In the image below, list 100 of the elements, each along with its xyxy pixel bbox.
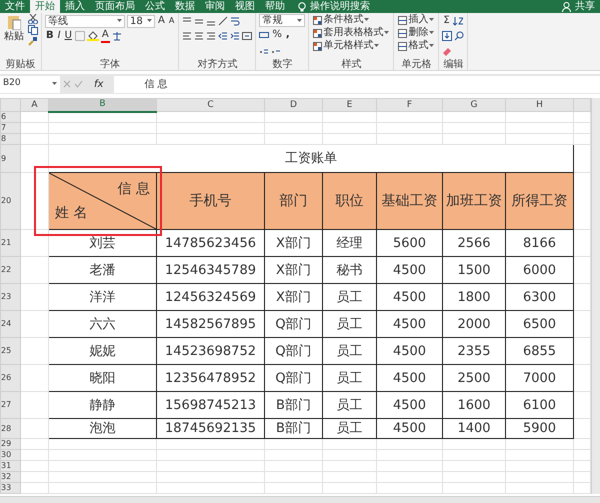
column-letter[interactable]: D (264, 98, 322, 112)
column-letter[interactable]: A (20, 98, 48, 112)
row-number[interactable]: 22 (0, 256, 20, 284)
ribbon-tab[interactable]: 视图 (230, 0, 260, 13)
search-icon[interactable] (454, 31, 464, 41)
row-number[interactable]: 31 (0, 460, 20, 472)
caret-icon[interactable] (147, 19, 152, 23)
column-letter[interactable]: E (322, 98, 376, 112)
ribbon-tab[interactable]: 文件 (0, 0, 30, 13)
currency-icon[interactable] (259, 30, 270, 40)
font-size-field[interactable]: 18 (127, 14, 155, 28)
caret-icon[interactable] (429, 31, 434, 35)
grow-font-button[interactable]: A (157, 15, 166, 27)
row-number[interactable]: 21 (0, 230, 20, 256)
fill-color-icon[interactable] (86, 31, 99, 41)
column-letter[interactable]: G (442, 98, 506, 112)
style-grid-icon[interactable] (313, 16, 322, 24)
phonetic-icon[interactable] (112, 31, 122, 41)
font-style-button[interactable]: I (56, 30, 62, 42)
wrap-text-icon[interactable] (230, 16, 240, 26)
ribbon-tab[interactable]: 页面布局 (90, 0, 140, 13)
row-number[interactable]: 25 (0, 338, 20, 364)
ribbon-tab[interactable]: 审阅 (200, 0, 230, 13)
row-number[interactable]: 33 (0, 482, 20, 494)
row-number[interactable]: 7 (0, 122, 20, 134)
caret-icon[interactable] (374, 44, 380, 48)
orientation-icon[interactable] (218, 16, 228, 26)
row-number[interactable]: 20 (0, 172, 20, 230)
ribbon-tab[interactable]: 数据 (170, 0, 200, 13)
font-name-field[interactable]: 等线 (45, 14, 125, 28)
borders-icon[interactable] (74, 31, 85, 41)
lightbulb-icon[interactable] (298, 2, 306, 12)
styles-button[interactable]: 条件格式 (312, 14, 390, 26)
column-letter[interactable]: C (156, 98, 264, 112)
align-left-icon[interactable] (182, 31, 192, 41)
person-icon[interactable] (562, 2, 571, 12)
font-color-button[interactable]: A (100, 29, 110, 43)
eraser-icon[interactable] (442, 46, 452, 56)
fill-down-icon[interactable] (442, 31, 452, 41)
row-number[interactable]: 8 (0, 134, 20, 144)
scissors-icon[interactable] (28, 14, 38, 24)
style-grid-icon[interactable] (313, 42, 322, 50)
paste-button[interactable]: 粘贴 (3, 14, 25, 59)
name-box[interactable]: B20 (0, 76, 60, 92)
comma-button[interactable]: , (284, 29, 291, 41)
caret-icon[interactable] (384, 31, 390, 35)
cells-icon[interactable] (398, 16, 408, 24)
autosum-button[interactable]: Σ (442, 15, 451, 27)
caret-icon[interactable] (429, 18, 434, 22)
indent-increase-icon[interactable] (230, 31, 240, 41)
cells-button[interactable]: 插入 (397, 14, 436, 26)
caret-icon[interactable] (297, 18, 302, 22)
copy-icon[interactable] (28, 25, 38, 35)
ribbon-tab[interactable]: 公式 (140, 0, 170, 13)
formula-field[interactable]: 信 息 (114, 76, 600, 92)
sort-icon[interactable] (452, 16, 463, 26)
shrink-font-button[interactable]: A (168, 15, 176, 27)
check-icon[interactable] (74, 80, 83, 88)
row-number[interactable]: 32 (0, 472, 20, 482)
row-number[interactable]: 6 (0, 112, 20, 122)
function-button[interactable]: fx (94, 76, 104, 92)
cells-icon[interactable] (398, 42, 408, 50)
caret-icon[interactable] (117, 19, 122, 23)
merge-icon[interactable] (242, 31, 252, 41)
row-number[interactable]: 24 (0, 310, 20, 338)
number-format-field[interactable]: 常规 (259, 14, 306, 27)
caret-icon[interactable] (52, 82, 57, 86)
cells-button[interactable]: 格式 (397, 40, 436, 52)
search-hint[interactable]: 操作说明搜索 (310, 0, 370, 14)
ribbon-tab[interactable]: 插入 (60, 0, 90, 13)
row-number[interactable]: 28 (0, 418, 20, 438)
clipboard-icon[interactable] (7, 14, 21, 30)
cells-button[interactable]: 删除 (397, 27, 436, 39)
table-cell: 12546345789 (156, 256, 264, 284)
indent-decrease-icon[interactable] (218, 31, 228, 41)
font-style-button[interactable]: B (45, 30, 55, 42)
brush-icon[interactable] (28, 36, 38, 46)
column-letter[interactable]: B (48, 98, 156, 112)
style-grid-icon[interactable] (313, 28, 322, 38)
row-number[interactable]: 29 (0, 438, 20, 450)
percent-button[interactable]: % (271, 29, 283, 41)
cells-icon[interactable] (398, 28, 408, 38)
styles-button[interactable]: 单元格样式 (312, 40, 390, 52)
row-number[interactable]: 26 (0, 364, 20, 392)
ribbon-tab[interactable]: 开始 (30, 0, 60, 13)
scrollbar[interactable] (591, 98, 600, 494)
row-number[interactable]: 27 (0, 392, 20, 418)
column-letter[interactable]: F (376, 98, 442, 112)
font-style-button[interactable]: U (64, 30, 73, 42)
align-right-icon[interactable] (206, 31, 216, 41)
share-button[interactable]: 共享 (557, 0, 600, 13)
ribbon-tab[interactable]: 帮助 (260, 0, 290, 13)
align-center-icon[interactable] (194, 31, 204, 41)
column-letter[interactable]: H (506, 98, 574, 112)
row-number[interactable]: 9 (0, 144, 20, 172)
styles-button[interactable]: 套用表格格式 (312, 27, 390, 39)
caret-icon[interactable] (429, 44, 434, 48)
row-number[interactable]: 23 (0, 284, 20, 310)
row-number[interactable]: 30 (0, 450, 20, 460)
caret-icon[interactable] (364, 18, 370, 22)
